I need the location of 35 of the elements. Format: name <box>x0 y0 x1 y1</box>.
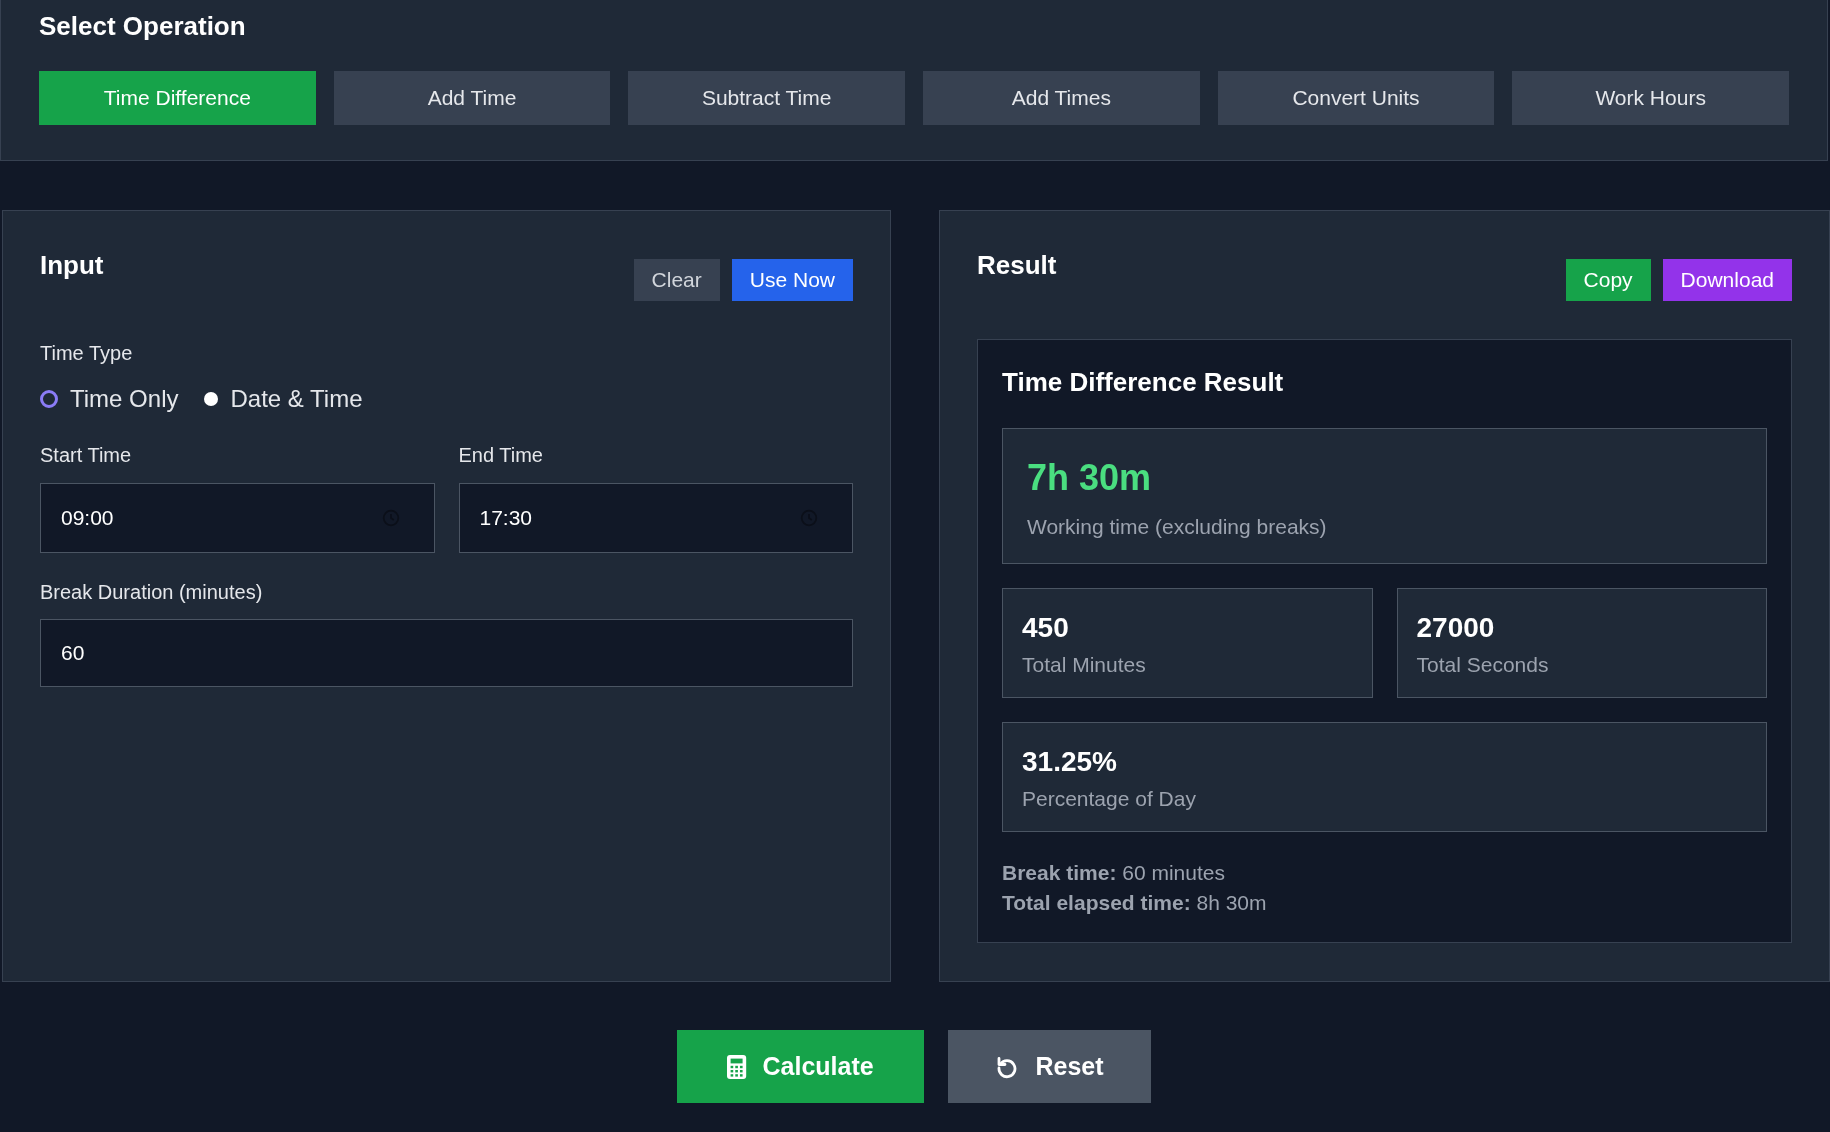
break-duration-field[interactable]: 60 <box>40 619 853 687</box>
radio-button[interactable] <box>40 390 58 408</box>
field-label: Time Type <box>40 341 134 365</box>
stat-label: Percentage of Day <box>1022 787 1197 811</box>
time-field[interactable]: 17:30 <box>458 483 853 553</box>
stat-value: 450 <box>1022 611 1070 645</box>
reset-button[interactable]: Reset <box>948 1030 1151 1103</box>
stat-label: Total Minutes <box>1022 653 1147 677</box>
stat-label: Total Seconds <box>1416 653 1550 677</box>
use-now-button[interactable]: Use Now <box>731 259 853 301</box>
operation-tab[interactable]: Add Time <box>333 71 611 125</box>
field-label: Start Time <box>40 443 133 467</box>
panel-title: Result <box>977 249 1057 281</box>
operation-tab[interactable]: Subtract Time <box>628 71 905 125</box>
field-label: Break Duration (minutes) <box>40 580 264 604</box>
panel-title: Input <box>40 249 104 281</box>
operation-tab[interactable]: Add Times <box>923 71 1200 125</box>
calculator-icon <box>727 1054 747 1079</box>
operation-tab[interactable]: Convert Units <box>1217 71 1495 125</box>
radio-button[interactable] <box>204 392 219 406</box>
section-title: Select Operation <box>39 10 247 42</box>
stat-value: 31.25% <box>1022 745 1118 779</box>
detail-text: Break time: 60 minutes <box>1002 860 1226 886</box>
clear-button[interactable]: Clear <box>633 259 720 301</box>
detail-text: Total elapsed time: 8h 30m <box>1002 890 1268 916</box>
download-button[interactable]: Download <box>1662 259 1792 301</box>
card-title: Time Difference Result <box>1002 366 1285 398</box>
result-caption: Working time (excluding breaks) <box>1027 515 1328 539</box>
radio-label: Date & Time <box>230 385 363 413</box>
field-label: End Time <box>458 443 544 467</box>
result-value: 7h 30m <box>1027 457 1153 499</box>
operation-tab[interactable]: Work Hours <box>1512 71 1789 125</box>
time-field[interactable]: 09:00 <box>40 483 435 553</box>
radio-label: Time Only <box>70 385 179 413</box>
stat-value: 27000 <box>1416 611 1496 645</box>
